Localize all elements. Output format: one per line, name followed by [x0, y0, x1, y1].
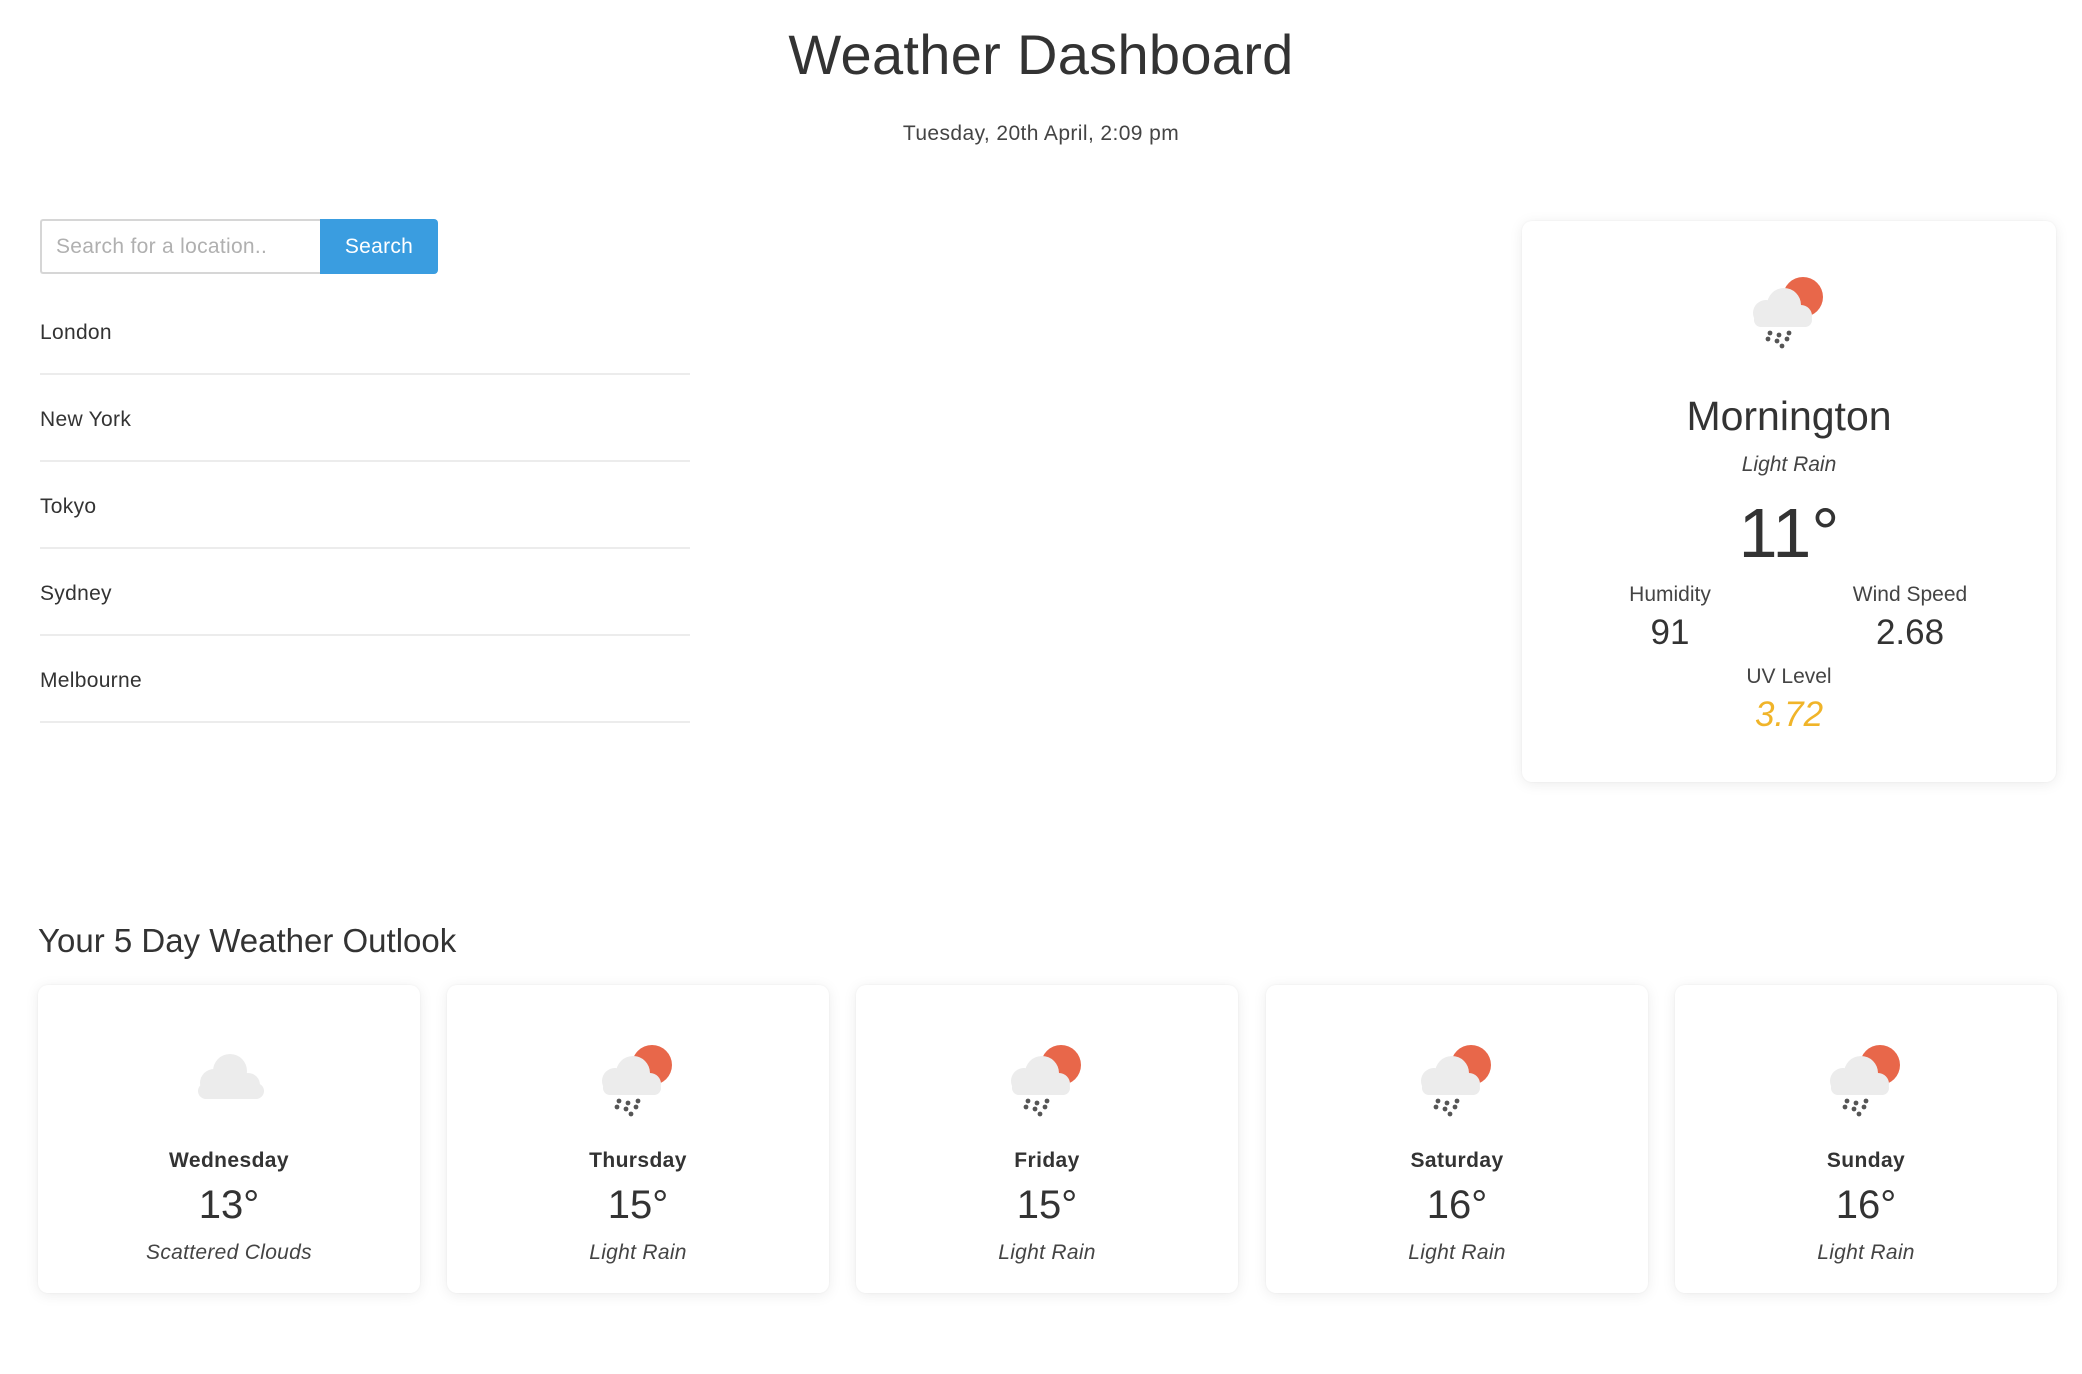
forecast-card-saturday: Saturday 16° Light Rain	[1266, 985, 1648, 1293]
forecast-list: Wednesday 13° Scattered Clouds Thursday …	[38, 985, 2058, 1293]
location-item-sydney[interactable]: Sydney	[40, 549, 690, 636]
cloud-icon	[186, 1041, 272, 1121]
rain-sun-icon	[1004, 1041, 1090, 1121]
rain-sun-icon	[1414, 1041, 1500, 1121]
forecast-temp: 13°	[198, 1183, 260, 1227]
forecast-temp: 15°	[1016, 1183, 1078, 1227]
forecast-condition: Scattered Clouds	[146, 1241, 312, 1264]
forecast-day: Sunday	[1826, 1149, 1906, 1172]
search-button[interactable]: Search	[320, 219, 438, 274]
rain-sun-icon	[595, 1041, 681, 1121]
page-title: Weather Dashboard	[788, 23, 1294, 86]
forecast-card-thursday: Thursday 15° Light Rain	[447, 985, 829, 1293]
forecast-day: Friday	[1014, 1149, 1080, 1172]
location-item-tokyo[interactable]: Tokyo	[40, 462, 690, 549]
forecast-temp: 15°	[607, 1183, 669, 1227]
forecast-day: Saturday	[1410, 1149, 1504, 1172]
forecast-temp: 16°	[1835, 1183, 1897, 1227]
saved-locations-list: London New York Tokyo Sydney Melbourne	[40, 288, 690, 723]
outlook-title: Your 5 Day Weather Outlook	[38, 922, 457, 959]
current-datetime: Tuesday, 20th April, 2:09 pm	[902, 122, 1180, 145]
current-temperature: 11°	[1738, 494, 1840, 572]
forecast-condition: Light Rain	[1817, 1241, 1915, 1264]
forecast-card-sunday: Sunday 16° Light Rain	[1675, 985, 2057, 1293]
wind-speed-value: 2.68	[1875, 613, 1945, 652]
rain-sun-icon	[1746, 273, 1832, 353]
humidity-value: 91	[1650, 613, 1690, 652]
forecast-card-friday: Friday 15° Light Rain	[856, 985, 1238, 1293]
search-input[interactable]	[40, 219, 320, 274]
uv-level-value: 3.72	[1754, 695, 1824, 734]
search-bar: Search	[40, 219, 438, 274]
humidity-label: Humidity	[1629, 583, 1711, 606]
forecast-condition: Light Rain	[1408, 1241, 1506, 1264]
forecast-temp: 16°	[1426, 1183, 1488, 1227]
forecast-condition: Light Rain	[998, 1241, 1096, 1264]
wind-speed-label: Wind Speed	[1852, 583, 1968, 606]
forecast-day: Wednesday	[169, 1149, 289, 1172]
current-weather-card: Mornington Light Rain 11° Humidity 91 Wi…	[1522, 221, 2056, 782]
current-city-name: Mornington	[1686, 393, 1892, 439]
forecast-day: Thursday	[589, 1149, 687, 1172]
rain-sun-icon	[1823, 1041, 1909, 1121]
location-item-melbourne[interactable]: Melbourne	[40, 636, 690, 723]
uv-level-label: UV Level	[1746, 665, 1832, 688]
location-item-new-york[interactable]: New York	[40, 375, 690, 462]
current-condition: Light Rain	[1741, 453, 1837, 476]
forecast-condition: Light Rain	[589, 1241, 687, 1264]
location-item-london[interactable]: London	[40, 288, 690, 375]
forecast-card-wednesday: Wednesday 13° Scattered Clouds	[38, 985, 420, 1293]
